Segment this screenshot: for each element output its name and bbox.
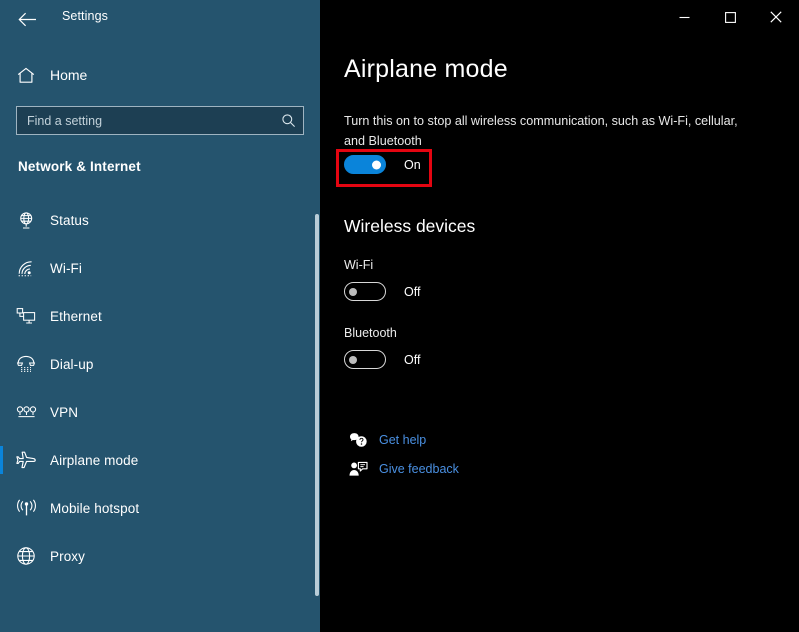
bluetooth-toggle[interactable]	[344, 350, 386, 369]
give-feedback-link[interactable]: Give feedback	[344, 454, 459, 483]
sidebar-item-proxy[interactable]: Proxy	[0, 532, 320, 580]
back-arrow-icon	[17, 12, 36, 26]
help-links: Get help Give feedback	[344, 425, 459, 483]
globe-monitor-icon	[4, 211, 48, 230]
sidebar-item-label: Wi-Fi	[50, 260, 82, 276]
search-input[interactable]	[17, 107, 273, 134]
sidebar-item-wifi[interactable]: Wi-Fi	[0, 244, 320, 292]
close-icon	[770, 11, 782, 23]
sidebar-item-mobile-hotspot[interactable]: Mobile hotspot	[0, 484, 320, 532]
app-title: Settings	[62, 9, 108, 23]
selection-indicator	[0, 494, 3, 522]
window-controls	[661, 0, 799, 34]
minimize-icon	[679, 16, 689, 18]
sidebar-item-label: Ethernet	[50, 308, 102, 324]
back-button[interactable]	[6, 4, 48, 34]
airplane-mode-toggle[interactable]	[344, 155, 386, 174]
toggle-knob	[349, 287, 357, 296]
help-bubble-icon	[344, 432, 372, 448]
globe-icon	[4, 546, 48, 566]
sidebar-item-home[interactable]: Home	[0, 58, 320, 92]
sidebar-item-label: Dial-up	[50, 356, 94, 372]
sidebar-item-vpn[interactable]: VPN	[0, 388, 320, 436]
main-content: Airplane mode Turn this on to stop all w…	[320, 0, 799, 632]
airplane-mode-state-label: On	[404, 157, 421, 172]
selection-indicator	[0, 302, 3, 330]
ethernet-icon	[4, 307, 48, 325]
dialup-phone-icon	[4, 355, 48, 373]
sidebar-item-label: Airplane mode	[50, 452, 139, 468]
selection-indicator	[0, 206, 3, 234]
device-wifi: Wi-Fi Off	[344, 258, 420, 301]
airplane-icon	[4, 450, 48, 470]
sidebar-scrollbar[interactable]	[315, 214, 319, 596]
get-help-link[interactable]: Get help	[344, 425, 459, 454]
link-label: Get help	[379, 432, 427, 447]
settings-window: Settings Home Network & Internet	[0, 0, 799, 632]
toggle-knob	[372, 160, 381, 169]
sidebar-item-airplane-mode[interactable]: Airplane mode	[0, 436, 320, 484]
close-button[interactable]	[753, 0, 799, 34]
sidebar-item-label: Status	[50, 212, 89, 228]
selection-indicator	[0, 254, 3, 282]
sidebar-titlebar: Settings	[0, 0, 320, 36]
sidebar-item-label: VPN	[50, 404, 79, 420]
toggle-knob	[349, 355, 357, 364]
sidebar-nav-list: Status Wi-Fi Ethernet Dial-up VPN Airpla…	[0, 196, 320, 580]
sidebar-item-ethernet[interactable]: Ethernet	[0, 292, 320, 340]
wireless-devices-heading: Wireless devices	[344, 216, 476, 236]
sidebar-category-heading: Network & Internet	[18, 159, 141, 174]
maximize-button[interactable]	[707, 0, 753, 34]
device-bluetooth: Bluetooth Off	[344, 326, 420, 369]
bluetooth-state-label: Off	[404, 352, 421, 367]
hotspot-icon	[4, 499, 48, 518]
maximize-icon	[724, 11, 736, 23]
wifi-icon	[4, 260, 48, 277]
home-icon	[4, 67, 48, 84]
selection-indicator	[0, 542, 3, 570]
feedback-person-icon	[344, 461, 372, 477]
sidebar-item-status[interactable]: Status	[0, 196, 320, 244]
sidebar: Settings Home Network & Internet	[0, 0, 320, 632]
device-toggle-row: Off	[344, 350, 420, 369]
sidebar-item-label: Mobile hotspot	[50, 500, 140, 516]
wifi-toggle[interactable]	[344, 282, 386, 301]
device-label: Wi-Fi	[344, 258, 374, 272]
search-icon[interactable]	[273, 107, 303, 134]
sidebar-item-dialup[interactable]: Dial-up	[0, 340, 320, 388]
selection-indicator	[0, 446, 3, 474]
minimize-button[interactable]	[661, 0, 707, 34]
page-title: Airplane mode	[344, 55, 508, 83]
search-box[interactable]	[16, 106, 304, 135]
device-toggle-row: Off	[344, 282, 420, 301]
vpn-icon	[4, 405, 48, 419]
link-label: Give feedback	[379, 461, 459, 476]
page-description: Turn this on to stop all wireless commun…	[344, 114, 738, 148]
airplane-mode-toggle-row: On	[344, 155, 421, 174]
wifi-state-label: Off	[404, 284, 421, 299]
device-label: Bluetooth	[344, 326, 397, 340]
sidebar-item-label: Proxy	[50, 548, 86, 564]
selection-indicator	[0, 398, 3, 426]
selection-indicator	[0, 350, 3, 378]
sidebar-item-label-home: Home	[50, 67, 88, 83]
